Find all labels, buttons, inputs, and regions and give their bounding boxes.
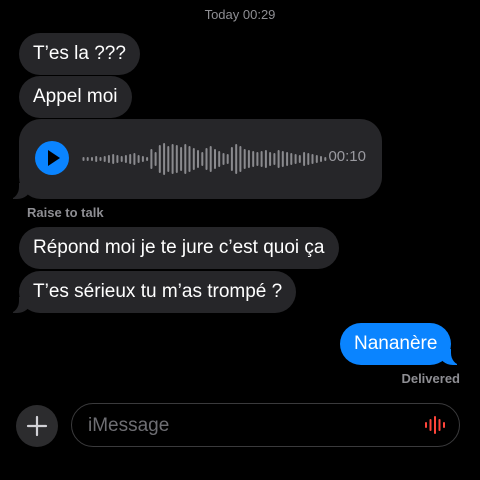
waveform-bar bbox=[243, 149, 246, 169]
waveform-bar bbox=[82, 157, 85, 161]
play-icon bbox=[48, 150, 60, 166]
waveform-bar bbox=[163, 143, 166, 175]
waveform-icon bbox=[82, 143, 327, 175]
waveform-bar bbox=[294, 154, 297, 164]
waveform-bar bbox=[86, 157, 89, 161]
waveform-bar bbox=[150, 149, 153, 169]
message-bubble-incoming[interactable]: T’es sérieux tu m’as trompé ? bbox=[6, 271, 297, 313]
message-text: Nananère bbox=[354, 333, 438, 354]
waveform-bar bbox=[99, 157, 102, 161]
play-button[interactable] bbox=[35, 141, 69, 175]
plus-icon bbox=[26, 415, 48, 437]
waveform-bar bbox=[218, 151, 221, 167]
message-bubble-outgoing[interactable]: Nananère bbox=[340, 323, 464, 365]
message-bubble-incoming[interactable]: Appel moi bbox=[19, 76, 132, 118]
imessage-input[interactable]: iMessage bbox=[71, 403, 460, 447]
waveform-bar bbox=[252, 151, 255, 167]
waveform-bar bbox=[120, 156, 123, 162]
waveform-bar bbox=[197, 150, 199, 168]
message-bubble-incoming[interactable]: Répond moi je te jure c’est quoi ça bbox=[19, 227, 339, 269]
waveform-bar bbox=[269, 152, 272, 166]
waveform-bar bbox=[141, 156, 144, 162]
waveform-bar bbox=[307, 153, 310, 165]
waveform-bar bbox=[167, 146, 170, 172]
waveform-bar bbox=[247, 150, 250, 168]
waveform-bar bbox=[103, 156, 106, 162]
waveform-bar bbox=[205, 148, 208, 170]
waveform-bar bbox=[311, 154, 314, 164]
waveform-bar bbox=[290, 153, 293, 165]
waveform-bar bbox=[124, 155, 127, 163]
raise-to-talk-label: Raise to talk bbox=[27, 205, 104, 220]
waveform-bar bbox=[277, 150, 280, 168]
waveform-bar bbox=[146, 157, 149, 161]
waveform-bar bbox=[298, 155, 301, 163]
waveform-bar bbox=[112, 154, 115, 164]
waveform-bar bbox=[154, 152, 157, 166]
waveform-bar bbox=[116, 155, 119, 163]
waveform-bar bbox=[175, 145, 178, 173]
audio-message-bubble[interactable]: 00:10 bbox=[7, 119, 382, 199]
apps-plus-button[interactable] bbox=[16, 405, 58, 447]
message-text: T’es sérieux tu m’as trompé ? bbox=[33, 281, 283, 302]
audio-waveform-icon[interactable] bbox=[423, 414, 447, 436]
waveform-bar bbox=[226, 154, 229, 164]
waveform-bar bbox=[222, 153, 225, 165]
waveform-bar bbox=[201, 152, 204, 166]
waveform-bar bbox=[286, 152, 289, 166]
waveform-bar bbox=[192, 148, 195, 170]
waveform-bar bbox=[184, 144, 187, 174]
waveform-bar bbox=[256, 152, 259, 166]
waveform-bar bbox=[107, 155, 110, 163]
waveform-bar bbox=[303, 152, 306, 166]
waveform-bar bbox=[180, 147, 183, 171]
waveform-bar bbox=[260, 151, 263, 167]
message-text: Répond moi je te jure c’est quoi ça bbox=[33, 237, 325, 258]
waveform-bar bbox=[158, 145, 161, 173]
audio-duration: 00:10 bbox=[328, 148, 366, 165]
message-text: Appel moi bbox=[33, 86, 118, 107]
waveform-bar bbox=[214, 149, 216, 169]
waveform-bar bbox=[324, 157, 327, 161]
waveform-bar bbox=[209, 146, 212, 172]
waveform-bar bbox=[235, 144, 238, 174]
waveform-bar bbox=[129, 154, 132, 164]
waveform-bar bbox=[133, 153, 136, 165]
waveform-bar bbox=[137, 155, 140, 163]
waveform-bar bbox=[95, 156, 98, 162]
waveform-bar bbox=[273, 153, 276, 165]
imessage-placeholder: iMessage bbox=[88, 415, 170, 436]
delivered-status: Delivered bbox=[401, 371, 460, 386]
waveform-bar bbox=[264, 150, 267, 168]
waveform-bar bbox=[91, 157, 93, 161]
waveform-bar bbox=[230, 147, 233, 171]
waveform-bar bbox=[188, 146, 191, 172]
conversation-timestamp: Today 00:29 bbox=[204, 7, 276, 22]
waveform-bar bbox=[239, 146, 242, 172]
waveform-bar bbox=[281, 151, 284, 167]
waveform-bar bbox=[320, 156, 322, 162]
waveform-bar bbox=[315, 155, 318, 163]
message-bubble-incoming[interactable]: T’es la ??? bbox=[19, 33, 140, 75]
message-text: T’es la ??? bbox=[33, 43, 126, 64]
waveform-bar bbox=[171, 144, 174, 174]
